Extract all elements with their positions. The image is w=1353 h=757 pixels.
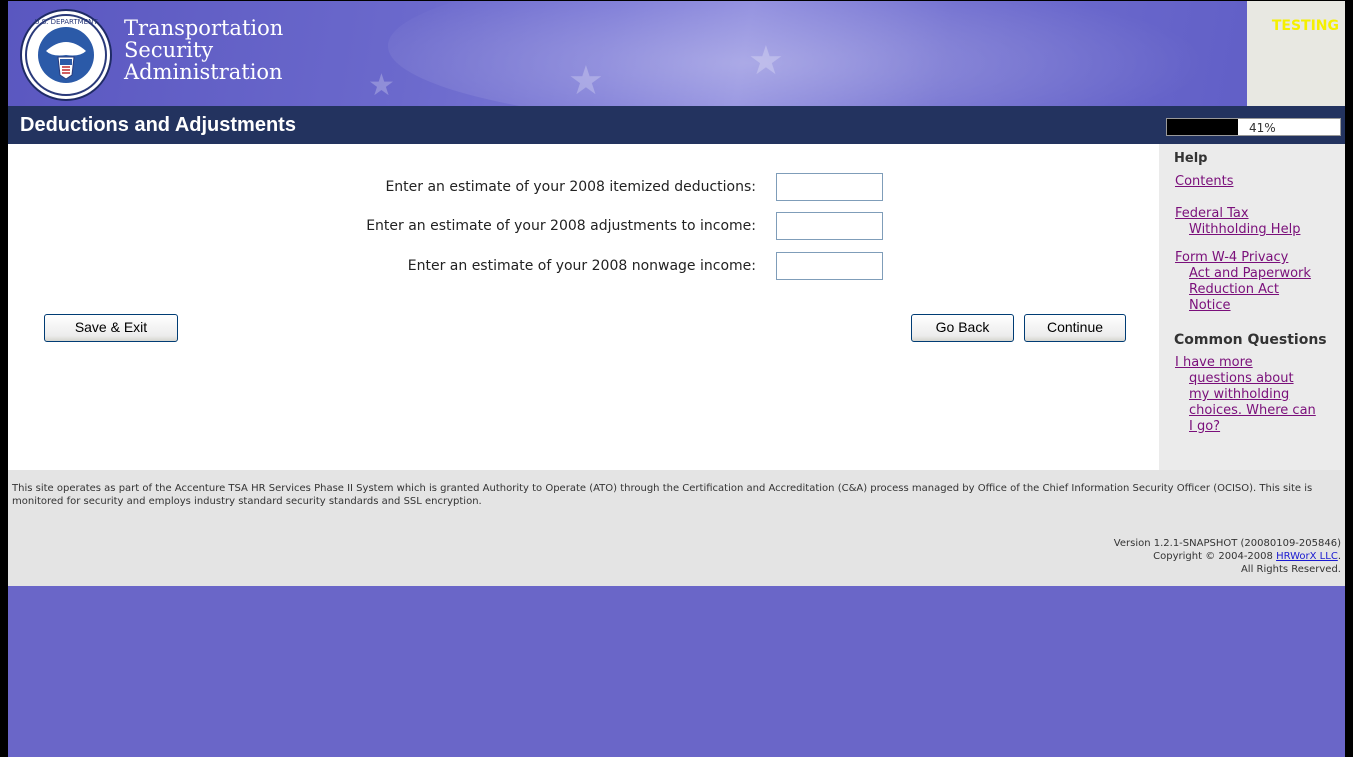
copyright-line: Copyright © 2004-2008 HRWorX LLC. bbox=[1114, 550, 1341, 563]
adjustments-input[interactable] bbox=[776, 212, 883, 240]
main-content: Enter an estimate of your 2008 itemized … bbox=[8, 144, 1159, 470]
link-line: Reduction Act bbox=[1189, 282, 1280, 297]
link-line: Withholding Help bbox=[1189, 222, 1301, 237]
help-sidebar: Help Contents Federal Tax Withholding He… bbox=[1159, 144, 1345, 470]
progress-fill bbox=[1167, 119, 1238, 135]
itemized-deductions-label: Enter an estimate of your 2008 itemized … bbox=[385, 179, 756, 195]
copyright-text: Copyright © 2004-2008 bbox=[1153, 551, 1277, 562]
page-title: Deductions and Adjustments bbox=[20, 114, 296, 136]
federal-tax-withholding-help-link[interactable]: Federal Tax Withholding Help bbox=[1175, 206, 1300, 238]
link-line: my withholding bbox=[1189, 387, 1290, 402]
dhs-seal-icon: U.S. DEPARTMENT bbox=[20, 9, 112, 101]
link-line: choices. Where can bbox=[1189, 403, 1316, 418]
progress-bar: 41% bbox=[1166, 118, 1341, 136]
link-line: Form W-4 Privacy bbox=[1175, 250, 1289, 265]
copyright-suffix: . bbox=[1337, 551, 1341, 562]
testing-label: TESTING bbox=[1271, 18, 1339, 34]
nonwage-income-label: Enter an estimate of your 2008 nonwage i… bbox=[407, 258, 756, 274]
nonwage-income-input[interactable] bbox=[776, 252, 883, 280]
itemized-deductions-row: Enter an estimate of your 2008 itemized … bbox=[8, 173, 1159, 203]
svg-text:U.S. DEPARTMENT: U.S. DEPARTMENT bbox=[34, 18, 98, 26]
help-heading: Help bbox=[1174, 151, 1208, 166]
version-text: Version 1.2.1-SNAPSHOT (20080109-205846) bbox=[1113, 538, 1341, 549]
agency-name-line: Security bbox=[124, 38, 214, 62]
w4-privacy-notice-link[interactable]: Form W-4 Privacy Act and Paperwork Reduc… bbox=[1175, 250, 1311, 314]
star-decoration: ★ bbox=[568, 58, 604, 104]
banner-flag-sweep bbox=[388, 1, 1288, 106]
rights-text: All Rights Reserved. bbox=[1240, 564, 1341, 575]
star-decoration: ★ bbox=[368, 68, 395, 103]
environment-badge: TESTING bbox=[1247, 1, 1345, 106]
link-line: Notice bbox=[1189, 298, 1231, 313]
link-line: Act and Paperwork bbox=[1189, 266, 1311, 281]
link-line: I go? bbox=[1189, 419, 1221, 434]
itemized-deductions-input[interactable] bbox=[776, 173, 883, 201]
version-info: Version 1.2.1-SNAPSHOT (20080109-205846)… bbox=[1114, 537, 1341, 576]
contents-link[interactable]: Contents bbox=[1175, 174, 1233, 190]
continue-button[interactable]: Continue bbox=[1024, 314, 1126, 342]
header-banner: ★ ★ ★ U.S. DEPARTMENT Transportation Sec… bbox=[8, 1, 1345, 106]
link-line: Federal Tax bbox=[1175, 206, 1249, 221]
agency-name-line: Administration bbox=[124, 60, 283, 84]
progress-label: 41% bbox=[1249, 121, 1276, 135]
adjustments-label: Enter an estimate of your 2008 adjustmen… bbox=[366, 218, 756, 234]
hrworx-link[interactable]: HRWorX LLC bbox=[1276, 551, 1338, 562]
agency-name-line: Transportation bbox=[124, 16, 284, 40]
go-back-button[interactable]: Go Back bbox=[911, 314, 1014, 342]
footer: This site operates as part of the Accent… bbox=[8, 470, 1345, 586]
link-line: questions about bbox=[1189, 371, 1294, 386]
more-questions-link[interactable]: I have more questions about my withholdi… bbox=[1175, 355, 1316, 435]
link-line: I have more bbox=[1175, 355, 1253, 370]
security-notice: This site operates as part of the Accent… bbox=[12, 483, 1313, 507]
star-decoration: ★ bbox=[748, 38, 784, 84]
agency-name: Transportation Security Administration bbox=[124, 17, 283, 83]
save-exit-button[interactable]: Save & Exit bbox=[44, 314, 178, 342]
title-bar: Deductions and Adjustments 41% bbox=[8, 106, 1345, 144]
adjustments-row: Enter an estimate of your 2008 adjustmen… bbox=[8, 212, 1159, 242]
nonwage-income-row: Enter an estimate of your 2008 nonwage i… bbox=[8, 252, 1159, 282]
common-questions-heading: Common Questions bbox=[1174, 332, 1327, 348]
